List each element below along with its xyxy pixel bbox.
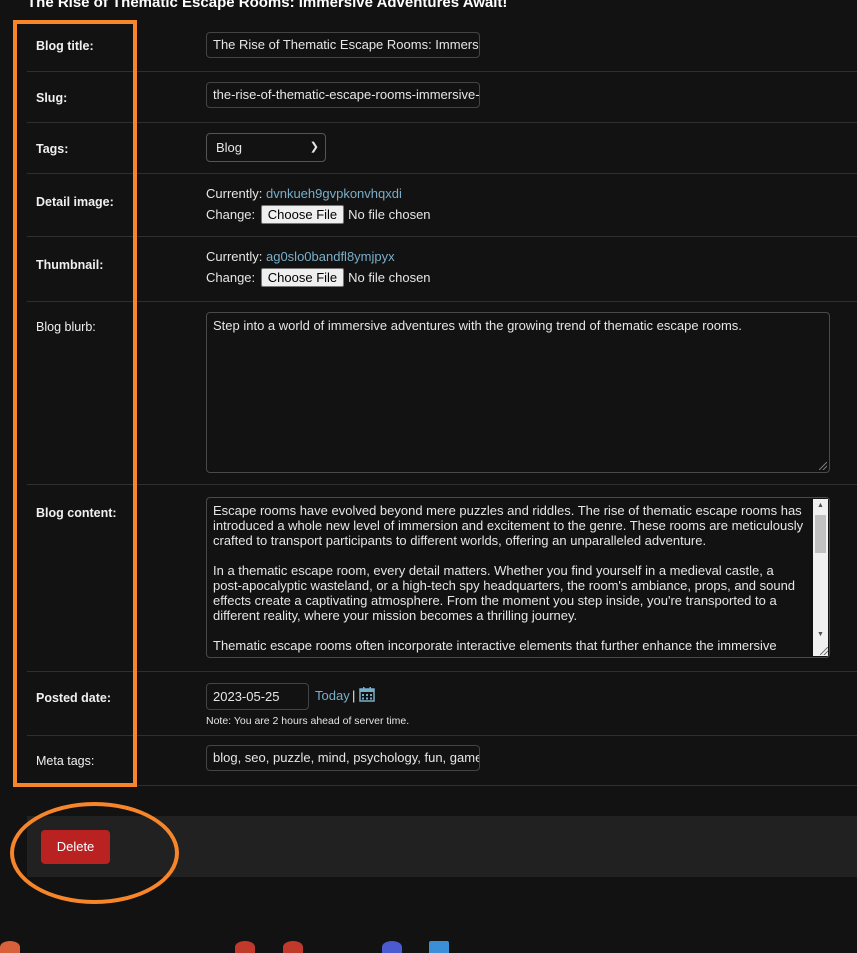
posted-date-input[interactable]: 2023-05-25 — [206, 683, 309, 710]
today-link[interactable]: Today — [315, 688, 350, 703]
detail-image-currently-label: Currently: — [206, 186, 263, 201]
thumbnail-change-label: Change: — [206, 270, 256, 285]
blog-blurb-textarea[interactable]: Step into a world of immersive adventure… — [206, 312, 830, 473]
row-blog-title: Blog title: The Rise of Thematic Escape … — [27, 22, 857, 72]
row-thumbnail: Thumbnail: Currently: ag0slo0bandfl8ymjp… — [27, 237, 857, 302]
date-separator: | — [352, 688, 356, 703]
detail-image-choose-file-button[interactable]: Choose File — [260, 205, 345, 224]
annotation-ellipse — [10, 802, 179, 904]
scroll-up-arrow-icon[interactable]: ▲ — [813, 499, 828, 513]
server-time-note: Note: You are 2 hours ahead of server ti… — [206, 715, 410, 727]
thumbnail-link[interactable]: ag0slo0bandfl8ymjpyx — [266, 249, 395, 264]
calendar-icon[interactable] — [359, 687, 375, 702]
thumbnail-currently-label: Currently: — [206, 249, 263, 264]
thumbnail-choose-file-button[interactable]: Choose File — [260, 268, 345, 287]
annotation-rectangle — [13, 20, 137, 787]
chevron-down-icon: ❯ — [309, 141, 319, 153]
resize-grip-icon[interactable] — [820, 647, 828, 655]
blog-content-paragraph: Escape rooms have evolved beyond mere pu… — [213, 503, 804, 548]
blog-content-scrollbar[interactable]: ▲ ▼ — [813, 499, 828, 656]
row-tags: Tags: Blog ❯ — [27, 123, 857, 174]
blog-title-input[interactable]: The Rise of Thematic Escape Rooms: Immer… — [206, 32, 480, 58]
app-icon[interactable] — [382, 941, 402, 953]
blog-content-textarea[interactable]: Escape rooms have evolved beyond mere pu… — [206, 497, 830, 658]
detail-image-change-label: Change: — [206, 207, 256, 222]
app-icon[interactable] — [0, 941, 20, 953]
slug-input[interactable]: the-rise-of-thematic-escape-rooms-immers… — [206, 82, 480, 108]
taskbar — [0, 936, 857, 953]
meta-tags-input[interactable]: blog, seo, puzzle, mind, psychology, fun… — [206, 745, 480, 771]
blog-content-paragraph: In a thematic escape room, every detail … — [213, 563, 796, 623]
resize-grip-icon[interactable] — [819, 462, 827, 470]
row-posted-date: Posted date: 2023-05-25 Today | Note: Yo… — [27, 672, 857, 736]
thumbnail-current: Currently: ag0slo0bandfl8ymjpyx — [206, 249, 395, 264]
page-title: The Rise of Thematic Escape Rooms: Immer… — [27, 0, 508, 11]
blog-content-paragraph: Thematic escape rooms often incorporate … — [213, 638, 777, 653]
tags-select[interactable]: Blog ❯ — [206, 133, 326, 162]
scroll-thumb[interactable] — [815, 515, 826, 553]
scroll-down-arrow-icon[interactable]: ▼ — [813, 628, 828, 642]
thumbnail-file-status: No file chosen — [348, 270, 431, 285]
thumbnail-change: Change: Choose File No file chosen — [206, 268, 431, 287]
detail-image-change: Change: Choose File No file chosen — [206, 205, 431, 224]
app-icon[interactable] — [235, 941, 255, 953]
row-slug: Slug: the-rise-of-thematic-escape-rooms-… — [27, 72, 857, 123]
detail-image-file-status: No file chosen — [348, 207, 431, 222]
row-blog-blurb: Blog blurb: Step into a world of immersi… — [27, 302, 857, 485]
blog-blurb-text: Step into a world of immersive adventure… — [213, 318, 742, 333]
detail-image-current: Currently: dvnkueh9gvpkonvhqxdi — [206, 186, 402, 201]
row-detail-image: Detail image: Currently: dvnkueh9gvpkonv… — [27, 174, 857, 237]
detail-image-link[interactable]: dvnkueh9gvpkonvhqxdi — [266, 186, 402, 201]
tags-selected-value: Blog — [216, 140, 243, 155]
app-icon[interactable] — [429, 941, 449, 953]
row-meta-tags: Meta tags: blog, seo, puzzle, mind, psyc… — [27, 736, 857, 786]
app-icon[interactable] — [283, 941, 303, 953]
row-blog-content: Blog content: Escape rooms have evolved … — [27, 485, 857, 672]
